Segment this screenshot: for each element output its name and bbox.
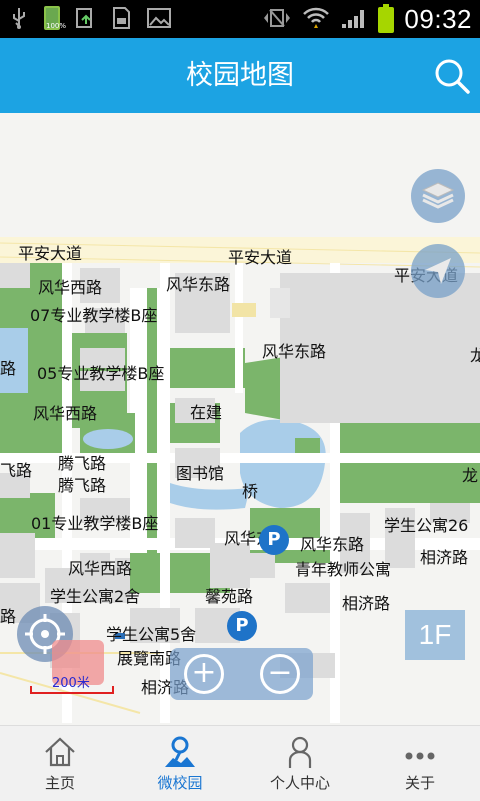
map-label: 飞路 [0,461,33,480]
map-label: 平安大道 [228,248,293,267]
map-label: 风华东路 [166,275,231,294]
page-title: 校园地图 [186,60,294,91]
map-label: 05专业教学楼B座 [37,364,165,383]
navigation-arrow-icon [425,258,451,284]
zoom-in-button[interactable]: + [184,654,224,694]
image-icon [146,6,171,30]
person-icon [288,736,312,768]
map-label: 腾飞路 [58,476,107,495]
usb-icon [8,6,30,30]
map-label: 桥 [242,482,259,501]
map-scale: 200米 [30,672,116,694]
map-label: 07专业教学楼B座 [30,306,158,325]
map-label: 学生公寓5舍 [106,625,197,644]
map-label: 学生公寓2舍 [50,587,141,606]
nav-label: 微校园 [157,774,203,792]
campus-map[interactable]: 平安大道 平安大道 平安大道 风华西路 风华东路 07专业教学楼B座 风华东路 … [0,113,480,725]
navigate-button[interactable] [411,244,465,298]
search-button[interactable] [432,56,472,96]
map-label: 龙 [470,346,480,365]
map-label: 风华东路 [262,342,327,361]
status-left-icons: 100% [8,6,171,30]
layers-button[interactable] [411,169,465,223]
map-pin-icon [165,736,195,767]
map-label: 路 [0,607,17,626]
status-bar: 100% 09:32 [0,0,480,38]
nav-label: 关于 [404,774,435,792]
nav-label: 个人中心 [269,774,330,792]
layers-icon [421,182,455,209]
map-label: 腾飞路 [58,454,107,473]
bottom-nav: 主页 微校园 个人中心 关于 [0,725,480,801]
parking-marker[interactable]: P [227,611,257,641]
vibrate-icon [262,6,292,34]
parking-marker[interactable]: P [259,525,289,555]
app-header: 校园地图 [0,38,480,113]
nav-label: 主页 [44,774,75,792]
map-label: 风华西路 [33,404,98,423]
map-label: 风华西路 [38,278,103,297]
clock: 09:32 [404,4,472,34]
map-label: 风华西路 [68,559,133,578]
signal-icon [340,6,368,34]
map-label: 风华东路 [300,535,365,554]
more-icon [405,752,435,760]
map-label: 学生公寓26 [384,516,469,535]
battery-icon [378,3,395,33]
scale-bar [30,686,114,694]
nav-item-about[interactable]: 关于 [360,726,480,801]
map-label: 01专业教学楼B座 [31,514,159,533]
map-label: 馨苑路 [205,587,254,606]
download-icon [74,6,96,30]
sdcard-icon [110,6,132,30]
nav-item-home[interactable]: 主页 [0,726,120,801]
search-icon [435,59,470,94]
map-label: 平安大道 [18,244,83,263]
map-label: 青年教师公寓 [295,560,392,579]
map-label: 图书馆 [176,464,225,483]
map-label: 在建 [190,403,223,422]
battery-full-icon: 100% [44,6,67,30]
zoom-out-button[interactable]: − [260,654,300,694]
home-icon [45,737,75,767]
wifi-icon [302,6,330,34]
map-label: 相济路 [342,594,391,613]
nav-item-profile[interactable]: 个人中心 [240,726,360,801]
nav-item-micro-campus[interactable]: 微校园 [120,726,240,801]
map-label: 路 [0,359,17,378]
map-label: 龙 [462,466,479,485]
map-label: 相济路 [420,548,469,567]
floor-indicator[interactable]: 1F [405,610,465,660]
zoom-controls: + − [170,648,313,700]
battery-small-label: 100% [46,22,67,30]
status-right-icons: 09:32 [262,3,472,35]
